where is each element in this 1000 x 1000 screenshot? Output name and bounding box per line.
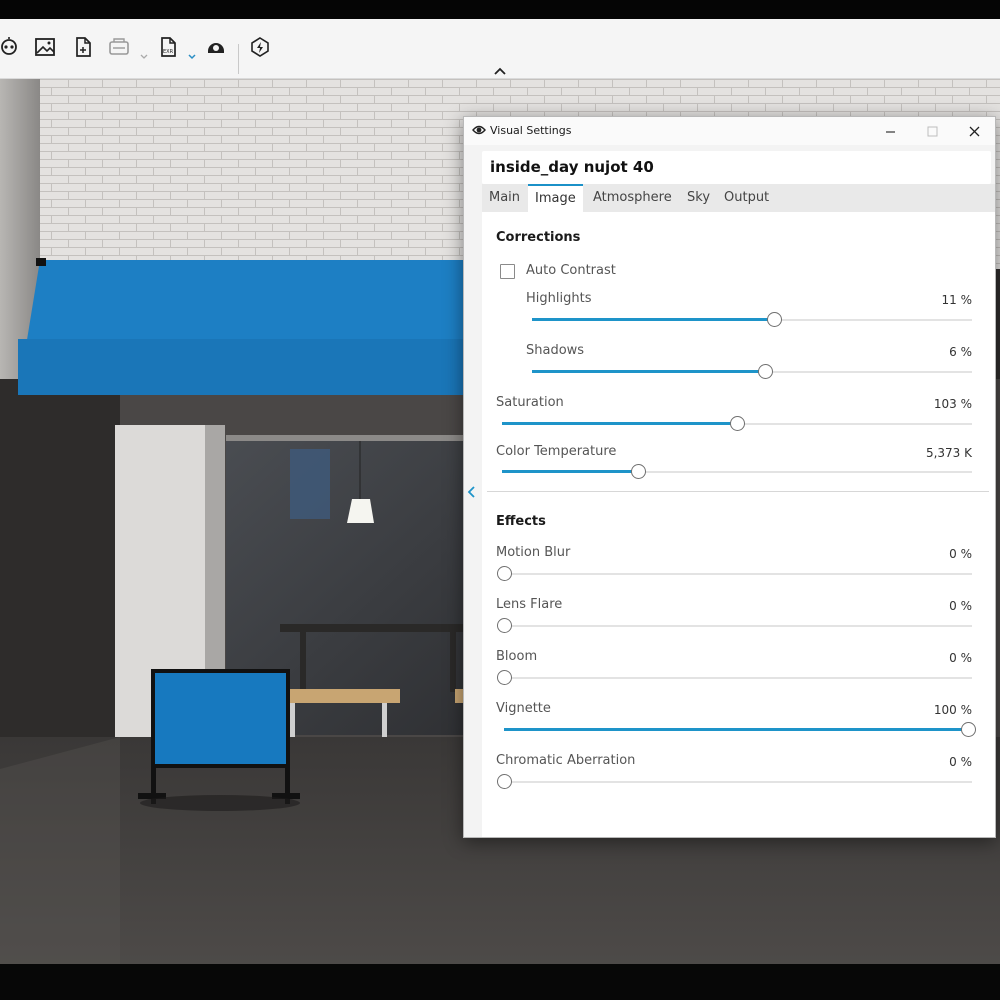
enscape-window: EXR Visual Settings inside_day nujot 40 … [0,0,1000,1000]
highlights-label: Highlights [526,291,592,306]
image-icon[interactable] [32,34,58,60]
minimize-icon [885,130,895,133]
bottom-black-bar [0,964,1000,1000]
color-temperature-value: 5,373 K [925,446,972,460]
color-temperature-label: Color Temperature [496,444,617,459]
tab-atmosphere[interactable]: Atmosphere [586,184,679,212]
export-file-icon[interactable] [70,34,96,60]
slider-thumb[interactable] [631,464,647,479]
effects-heading: Effects [496,514,546,529]
motion-blur-slider[interactable] [497,566,972,582]
minimize-button[interactable] [870,120,910,142]
motion-blur-label: Motion Blur [496,545,571,560]
tab-image[interactable]: Image [528,184,583,212]
vignette-label: Vignette [496,701,551,716]
shadows-slider[interactable] [532,364,972,380]
dialog-title: Visual Settings [490,124,572,137]
toolbar-separator [238,44,239,74]
auto-contrast-checkbox[interactable] [500,264,515,279]
chromatic-aberration-slider[interactable] [497,774,972,790]
export-exr-icon[interactable]: EXR [155,34,181,60]
image-settings-panel: Corrections Auto Contrast Highlights 11 … [482,212,995,837]
bloom-slider[interactable] [497,670,972,686]
preset-name: inside_day nujot 40 [490,158,654,176]
saturation-value: 103 % [933,397,972,411]
settings-tabs: Main Image Atmosphere Sky Output [482,184,995,212]
corrections-heading: Corrections [496,230,581,245]
top-black-bar [0,0,1000,19]
bloom-value: 0 % [949,651,972,665]
close-button[interactable] [954,120,994,142]
collapse-toolbar-icon[interactable] [492,66,508,78]
chromatic-aberration-label: Chromatic Aberration [496,753,636,768]
slider-thumb[interactable] [758,364,774,379]
batch-render-icon[interactable] [0,34,22,60]
render-queue-icon[interactable] [106,34,132,60]
motion-blur-value: 0 % [949,547,972,561]
lens-flare-label: Lens Flare [496,597,563,612]
slider-thumb[interactable] [497,566,512,581]
chevron-down-icon[interactable] [187,52,197,62]
tab-output[interactable]: Output [717,184,776,212]
slider-thumb[interactable] [730,416,745,431]
chevron-left-icon[interactable] [466,485,478,499]
dialog-titlebar[interactable]: Visual Settings [464,117,995,145]
eye-icon [472,125,486,135]
tab-main[interactable]: Main [482,184,527,212]
slider-thumb[interactable] [497,774,512,789]
highlights-slider[interactable] [532,312,972,328]
chevron-down-icon[interactable] [139,52,149,62]
auto-contrast-label: Auto Contrast [526,263,616,278]
color-temperature-slider[interactable] [502,464,972,480]
saturation-label: Saturation [496,395,564,410]
bloom-label: Bloom [496,649,538,664]
panorama-icon[interactable] [203,34,229,60]
maximize-button[interactable] [912,120,952,142]
shadows-value: 6 % [949,345,972,359]
slider-thumb[interactable] [497,670,512,685]
shadows-label: Shadows [526,343,585,358]
vignette-value: 100 % [933,703,972,717]
livesync-icon[interactable] [247,34,273,60]
visual-settings-dialog: Visual Settings inside_day nujot 40 Main… [463,116,996,838]
close-icon [969,126,979,136]
preset-name-field[interactable]: inside_day nujot 40 [482,151,991,184]
section-divider [487,491,989,492]
slider-thumb[interactable] [961,722,976,737]
vignette-slider[interactable] [504,722,976,738]
maximize-icon [927,126,937,136]
tab-sky[interactable]: Sky [680,184,717,212]
saturation-slider[interactable] [502,416,972,432]
highlights-value: 11 % [941,293,973,307]
chromatic-aberration-value: 0 % [949,755,972,769]
lens-flare-value: 0 % [949,599,972,613]
svg-text:EXR: EXR [163,49,174,55]
lens-flare-slider[interactable] [497,618,972,634]
slider-thumb[interactable] [497,618,512,633]
slider-thumb[interactable] [767,312,782,327]
